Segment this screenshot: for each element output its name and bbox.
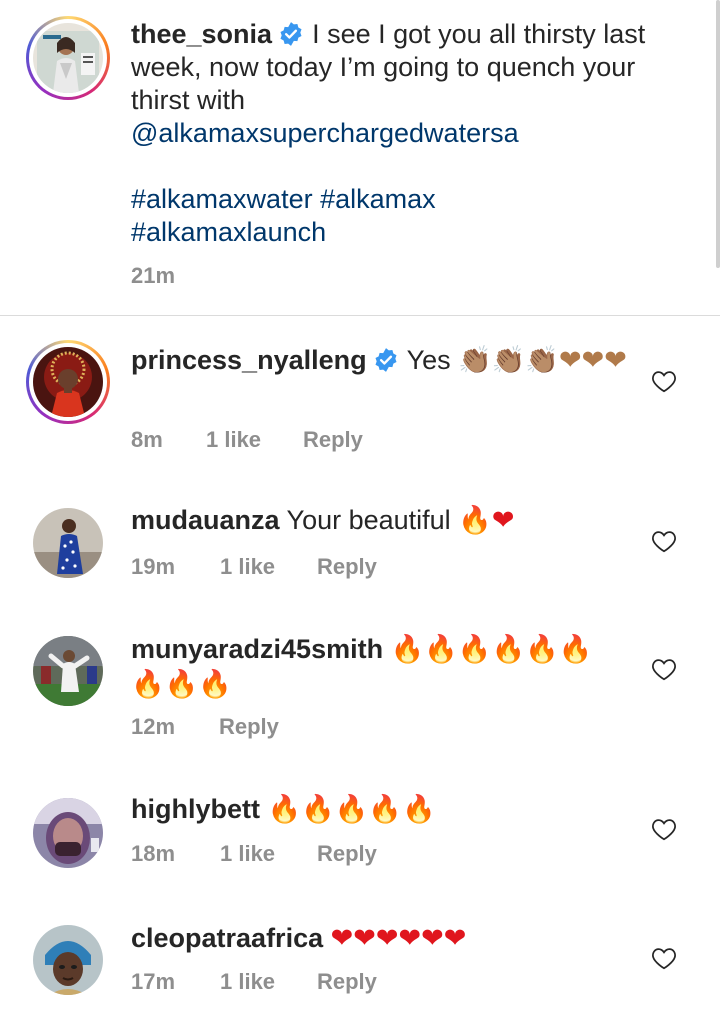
comment-username[interactable]: cleopatraafrica	[131, 923, 323, 953]
avatar-munyaradzi45smith[interactable]	[33, 636, 103, 706]
comment-username[interactable]: princess_nyalleng	[131, 345, 367, 375]
caption-username[interactable]: thee_sonia	[131, 19, 272, 49]
comment-text: cleopatraafrica ❤❤❤❤❤❤	[131, 921, 631, 956]
comment-meta: 18m 1 like Reply	[131, 841, 377, 867]
heart-outline-icon[interactable]	[651, 946, 677, 970]
heart-outline-icon[interactable]	[651, 529, 677, 553]
comment-timestamp: 17m	[131, 969, 176, 994]
comment-likes[interactable]: 1 like	[220, 554, 317, 580]
comment-emoji: 🔥❤	[458, 505, 515, 536]
verified-badge-icon	[280, 22, 302, 46]
comment-item: cleopatraafrica ❤❤❤❤❤❤ 17m 1 like Reply	[0, 902, 720, 1015]
comments-screen: thee_sonia I see I got you all thirsty la…	[0, 0, 720, 1015]
avatar-princess-nyalleng[interactable]	[33, 347, 103, 417]
comment-username[interactable]: highlybett	[131, 794, 260, 824]
comment-meta: 19m 1 like Reply	[131, 554, 377, 580]
verified-badge-icon	[375, 348, 397, 372]
heart-outline-icon[interactable]	[651, 369, 677, 393]
comment-text: munyaradzi45smith 🔥🔥🔥🔥🔥🔥 🔥🔥🔥	[131, 632, 631, 702]
reply-button[interactable]: Reply	[317, 554, 377, 580]
heart-outline-icon[interactable]	[651, 817, 677, 841]
comment-emoji: 👏🏽👏🏽👏🏽❤❤❤	[458, 345, 627, 376]
comment-likes[interactable]: 1 like	[206, 427, 303, 453]
caption-hashtags-1[interactable]: #alkamaxwater #alkamax	[131, 184, 436, 214]
reply-button[interactable]: Reply	[219, 714, 279, 740]
caption-hashtags-2[interactable]: #alkamaxlaunch	[131, 217, 326, 247]
comment-likes[interactable]: 1 like	[220, 841, 317, 867]
reply-button[interactable]: Reply	[317, 841, 377, 867]
comment-item: munyaradzi45smith 🔥🔥🔥🔥🔥🔥 🔥🔥🔥 12m Reply	[0, 614, 720, 774]
caption-mention-link[interactable]: @alkamaxsuperchargedwatersa	[131, 118, 519, 148]
comment-item: highlybett 🔥🔥🔥🔥🔥 18m 1 like Reply	[0, 774, 720, 902]
comment-emoji: ❤❤❤❤❤❤	[330, 923, 467, 954]
reply-button[interactable]: Reply	[303, 427, 363, 453]
comment-body: Yes	[406, 345, 451, 375]
comment-timestamp: 18m	[131, 841, 176, 866]
comment-text: highlybett 🔥🔥🔥🔥🔥	[131, 792, 631, 827]
caption-timestamp: 21m	[131, 263, 176, 288]
comment-emoji: 🔥🔥🔥🔥🔥🔥	[390, 634, 593, 665]
comment-timestamp: 12m	[131, 714, 176, 739]
comment-likes[interactable]: 1 like	[220, 969, 317, 995]
post-caption: thee_sonia I see I got you all thirsty la…	[0, 0, 720, 316]
comment-text: princess_nyalleng Yes 👏🏽👏🏽👏🏽❤❤❤	[131, 343, 631, 378]
comment-item: princess_nyalleng Yes 👏🏽👏🏽👏🏽❤❤❤ 8m 1 like…	[0, 316, 720, 486]
comment-meta: 8m 1 like Reply	[131, 427, 363, 453]
comment-item: mudauanza Your beautiful 🔥❤ 19m 1 like R…	[0, 486, 720, 614]
comment-timestamp: 8m	[131, 427, 163, 452]
caption-text: thee_sonia I see I got you all thirsty la…	[131, 18, 651, 249]
comment-emoji: 🔥🔥🔥	[131, 669, 232, 700]
avatar-cleopatraafrica[interactable]	[33, 925, 103, 995]
comment-text: mudauanza Your beautiful 🔥❤	[131, 503, 631, 538]
comment-timestamp: 19m	[131, 554, 176, 579]
avatar-highlybett[interactable]	[33, 798, 103, 868]
avatar-mudauanza[interactable]	[33, 508, 103, 578]
comment-username[interactable]: mudauanza	[131, 505, 280, 535]
comment-meta: 17m 1 like Reply	[131, 969, 377, 995]
comment-emoji: 🔥🔥🔥🔥🔥	[267, 794, 436, 825]
comment-body: Your beautiful	[286, 505, 451, 535]
reply-button[interactable]: Reply	[317, 969, 377, 995]
heart-outline-icon[interactable]	[651, 657, 677, 681]
avatar-thee-sonia[interactable]	[33, 23, 103, 93]
comment-username[interactable]: munyaradzi45smith	[131, 634, 383, 664]
comment-meta: 12m Reply	[131, 714, 279, 740]
